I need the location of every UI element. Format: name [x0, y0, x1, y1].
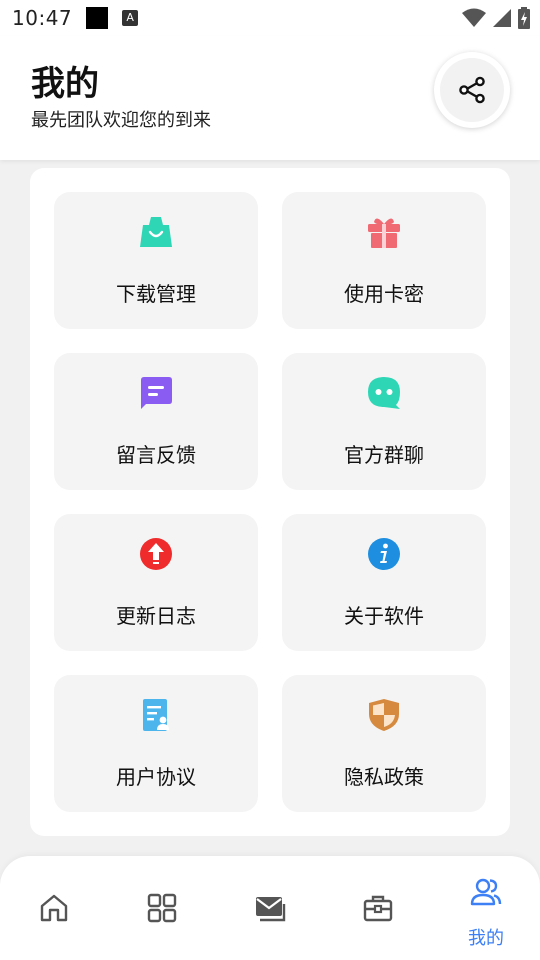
users-icon — [470, 878, 502, 906]
nav-toolbox[interactable] — [324, 856, 432, 960]
nav-mine[interactable]: 我的 — [432, 856, 540, 960]
menu-item-user-agreement[interactable]: 用户协议 — [54, 675, 258, 812]
upload-arrow-icon — [140, 538, 172, 570]
nav-home[interactable] — [0, 856, 108, 960]
header: 我的 最先团队欢迎您的到来 — [0, 36, 540, 160]
shopping-bag-icon — [140, 217, 172, 247]
share-button[interactable] — [434, 52, 510, 128]
menu-card: 下载管理 使用卡密 留言反馈 官方群聊 更新日志 关于软件 用户协议 隐私政策 — [30, 168, 510, 836]
message-icon — [141, 377, 172, 409]
share-icon — [459, 76, 485, 104]
menu-item-label: 下载管理 — [116, 282, 196, 306]
nav-label-mine: 我的 — [468, 928, 504, 949]
menu-item-label: 使用卡密 — [344, 282, 424, 306]
status-bar: 10:47 A — [0, 0, 540, 36]
toolbox-icon — [363, 895, 393, 922]
menu-item-label: 关于软件 — [344, 604, 424, 628]
menu-item-download-manager[interactable]: 下载管理 — [54, 192, 258, 329]
signal-icon — [493, 9, 511, 27]
menu-item-use-card-key[interactable]: 使用卡密 — [282, 192, 486, 329]
gift-icon — [368, 218, 400, 248]
status-time: 10:47 — [12, 6, 73, 30]
battery-icon — [518, 7, 530, 29]
menu-item-label: 留言反馈 — [116, 443, 196, 467]
notification-icon — [86, 7, 109, 29]
menu-item-official-group[interactable]: 官方群聊 — [282, 353, 486, 490]
page-title: 我的 — [31, 64, 99, 104]
accessibility-notification-icon: A — [122, 10, 139, 26]
menu-item-about[interactable]: 关于软件 — [282, 514, 486, 651]
menu-item-label: 官方群聊 — [344, 443, 424, 467]
menu-item-label: 隐私政策 — [344, 765, 424, 789]
menu-item-feedback[interactable]: 留言反馈 — [54, 353, 258, 490]
chat-bubble-icon — [368, 377, 400, 409]
bottom-nav: 我的 — [0, 856, 540, 960]
info-icon — [368, 538, 400, 570]
menu-item-privacy-policy[interactable]: 隐私政策 — [282, 675, 486, 812]
mail-icon — [256, 897, 286, 922]
document-icon — [143, 699, 169, 731]
nav-category[interactable] — [108, 856, 216, 960]
grid-icon — [147, 893, 177, 923]
home-icon — [40, 894, 68, 922]
nav-messages[interactable] — [216, 856, 324, 960]
wifi-icon — [462, 8, 486, 27]
menu-item-label: 更新日志 — [116, 604, 196, 628]
menu-item-label: 用户协议 — [116, 765, 196, 789]
shield-icon — [369, 699, 399, 731]
system-indicators — [462, 7, 530, 29]
page-subtitle: 最先团队欢迎您的到来 — [31, 110, 211, 131]
menu-item-changelog[interactable]: 更新日志 — [54, 514, 258, 651]
